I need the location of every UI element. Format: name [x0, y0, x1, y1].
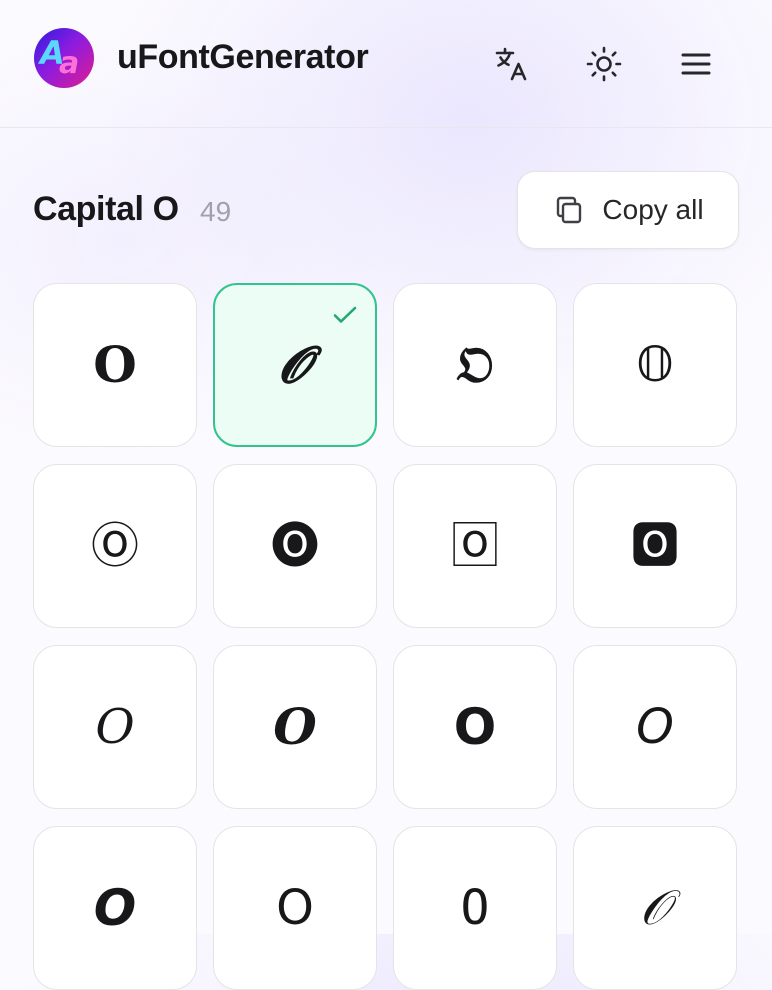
- glyph-negative-squared: 🅾: [630, 518, 679, 574]
- glyph-card-selected[interactable]: 𝓞: [213, 283, 377, 447]
- theme-toggle-button[interactable]: [580, 40, 628, 88]
- translate-icon: [495, 47, 527, 81]
- glyph-card[interactable]: 🅾: [573, 464, 737, 628]
- menu-icon: [681, 53, 711, 75]
- glyph-card[interactable]: 𝙾: [393, 826, 557, 990]
- checkmark-icon: [333, 306, 357, 323]
- glyph-double-struck: 𝕆: [636, 337, 674, 393]
- glyph-card[interactable]: 𝑂: [33, 645, 197, 809]
- glyph-negative-circled: 🅞: [270, 518, 319, 574]
- glyph-card[interactable]: 𝗢: [393, 645, 557, 809]
- glyph-card[interactable]: 𝘖: [573, 645, 737, 809]
- section-title: Capital O: [33, 190, 179, 228]
- glyph-card[interactable]: 𝑶: [213, 645, 377, 809]
- copy-icon: [557, 196, 582, 224]
- result-count: 49: [200, 196, 232, 227]
- glyph-bold-italic-serif: 𝑶: [273, 697, 317, 756]
- copy-all-button[interactable]: Copy all: [517, 171, 739, 249]
- glyph-card[interactable]: 𝖮: [213, 826, 377, 990]
- glyph-card[interactable]: 🅞: [213, 464, 377, 628]
- glyph-circled: Ⓞ: [90, 518, 139, 574]
- glyph-card[interactable]: 𝒪: [573, 826, 737, 990]
- glyph-card[interactable]: 🄾: [393, 464, 557, 628]
- glyph-italic-sans: 𝘖: [636, 699, 674, 755]
- menu-button[interactable]: [672, 40, 720, 88]
- logo-glyph: a: [59, 46, 80, 81]
- glyph-bold-sans: 𝗢: [453, 698, 497, 756]
- copy-all-label: Copy all: [602, 194, 704, 225]
- glyph-bold-script: 𝓞: [279, 335, 311, 394]
- font-glyph-grid: 𝐎 𝓞 𝔒 𝕆 Ⓞ 🅞 🄾 🅾 𝑂 𝑶 𝗢 𝘖 𝙊 𝖮 𝙾 𝒪: [33, 283, 739, 990]
- glyph-bold-serif: 𝐎: [93, 335, 137, 394]
- glyph-card[interactable]: 𝐎: [33, 283, 197, 447]
- glyph-italic-serif: 𝑂: [95, 699, 135, 755]
- language-button[interactable]: [488, 40, 536, 88]
- glyph-card[interactable]: Ⓞ: [33, 464, 197, 628]
- glyph-card[interactable]: 𝙊: [33, 826, 197, 990]
- glyph-script: 𝒪: [639, 880, 671, 936]
- glyph-bold-italic-sans: 𝙊: [93, 879, 137, 937]
- glyph-sans: 𝖮: [276, 880, 314, 936]
- app-logo[interactable]: A a: [34, 28, 94, 88]
- sun-icon: [586, 46, 622, 82]
- glyph-monospace: 𝙾: [460, 880, 490, 936]
- app-title[interactable]: uFontGenerator: [117, 38, 369, 77]
- glyph-card[interactable]: 𝔒: [393, 283, 557, 447]
- glyph-squared: 🄾: [450, 518, 499, 574]
- app-header: A a uFontGenerator: [0, 0, 772, 128]
- glyph-fraktur: 𝔒: [456, 335, 494, 394]
- glyph-card[interactable]: 𝕆: [573, 283, 737, 447]
